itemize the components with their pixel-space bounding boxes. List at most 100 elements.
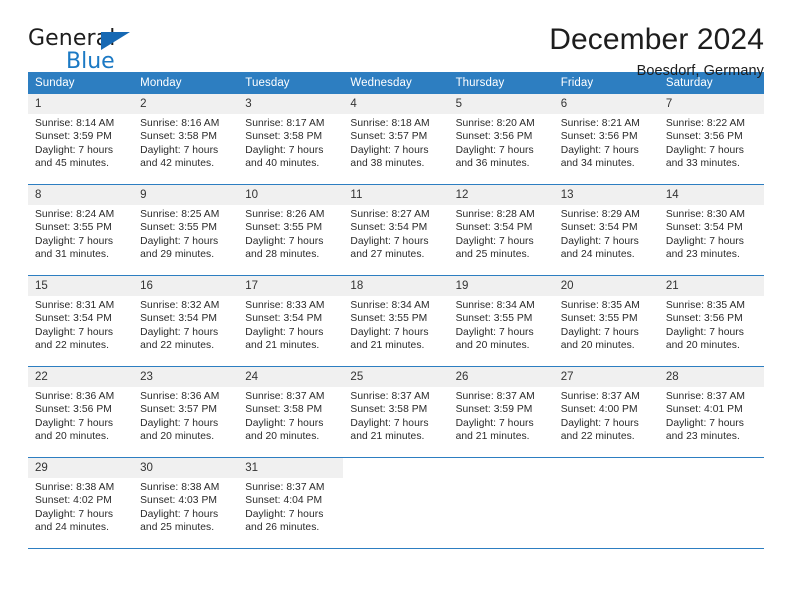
daylight-text-line1: Daylight: 7 hours bbox=[245, 508, 324, 520]
daylight-text-line2: and 20 minutes. bbox=[455, 340, 530, 352]
day-cell[interactable]: 5 Sunrise: 8:20 AM Sunset: 3:56 PM Dayli… bbox=[448, 94, 554, 185]
daylight-text-line1: Daylight: 7 hours bbox=[350, 326, 429, 338]
sunset-text: Sunset: 3:54 PM bbox=[140, 313, 218, 325]
day-cell[interactable]: 13 Sunrise: 8:29 AM Sunset: 3:54 PM Dayl… bbox=[553, 184, 659, 276]
daylight-text-line2: and 34 minutes. bbox=[560, 158, 635, 170]
day-cell[interactable]: 1 Sunrise: 8:14 AM Sunset: 3:59 PM Dayli… bbox=[28, 94, 134, 185]
sunrise-text: Sunrise: 8:27 AM bbox=[350, 209, 430, 220]
day-cell[interactable]: 9 Sunrise: 8:25 AM Sunset: 3:55 PM Dayli… bbox=[133, 184, 239, 276]
day-cell[interactable]: 26 Sunrise: 8:37 AM Sunset: 3:59 PM Dayl… bbox=[448, 366, 554, 458]
sunset-text: Sunset: 4:02 PM bbox=[35, 495, 112, 507]
day-cell[interactable]: 17 Sunrise: 8:33 AM Sunset: 3:54 PM Dayl… bbox=[238, 275, 344, 367]
day-cell[interactable]: 21 Sunrise: 8:35 AM Sunset: 3:56 PM Dayl… bbox=[658, 275, 764, 367]
day-cell[interactable]: 16 Sunrise: 8:32 AM Sunset: 3:54 PM Dayl… bbox=[133, 275, 239, 367]
day-cell-empty bbox=[448, 457, 554, 549]
daylight-text-line1: Daylight: 7 hours bbox=[350, 417, 429, 429]
sunrise-text: Sunrise: 8:18 AM bbox=[350, 118, 430, 129]
day-cell[interactable]: 4 Sunrise: 8:18 AM Sunset: 3:57 PM Dayli… bbox=[343, 94, 449, 185]
day-cell[interactable]: 23 Sunrise: 8:36 AM Sunset: 3:57 PM Dayl… bbox=[133, 366, 239, 458]
daylight-text-line2: and 24 minutes. bbox=[35, 522, 110, 534]
day-cell[interactable]: 11 Sunrise: 8:27 AM Sunset: 3:54 PM Dayl… bbox=[343, 184, 449, 276]
daylight-text-line1: Daylight: 7 hours bbox=[560, 417, 639, 429]
day-cell[interactable]: 27 Sunrise: 8:37 AM Sunset: 4:00 PM Dayl… bbox=[553, 366, 659, 458]
day-number: 1 bbox=[28, 94, 134, 114]
sunrise-text: Sunrise: 8:24 AM bbox=[35, 209, 115, 220]
daylight-text-line2: and 21 minutes. bbox=[350, 431, 425, 443]
day-details: Sunrise: 8:28 AM Sunset: 3:54 PM Dayligh… bbox=[449, 205, 554, 262]
sunset-text: Sunset: 3:54 PM bbox=[35, 313, 112, 325]
day-details: Sunrise: 8:29 AM Sunset: 3:54 PM Dayligh… bbox=[554, 205, 659, 262]
day-details: Sunrise: 8:22 AM Sunset: 3:56 PM Dayligh… bbox=[659, 114, 764, 171]
day-number: 23 bbox=[133, 367, 239, 387]
sunset-text: Sunset: 4:04 PM bbox=[245, 495, 323, 507]
day-number bbox=[553, 458, 659, 478]
day-cell[interactable]: 7 Sunrise: 8:22 AM Sunset: 3:56 PM Dayli… bbox=[658, 94, 764, 185]
day-number: 9 bbox=[133, 185, 239, 205]
day-number: 27 bbox=[553, 367, 659, 387]
sunset-text: Sunset: 3:58 PM bbox=[140, 131, 218, 143]
day-cell[interactable]: 6 Sunrise: 8:21 AM Sunset: 3:56 PM Dayli… bbox=[553, 94, 659, 185]
day-cell[interactable]: 2 Sunrise: 8:16 AM Sunset: 3:58 PM Dayli… bbox=[133, 94, 239, 185]
weekday-header-sunday: Sunday bbox=[28, 72, 134, 94]
day-number: 25 bbox=[343, 367, 449, 387]
day-cell[interactable]: 8 Sunrise: 8:24 AM Sunset: 3:55 PM Dayli… bbox=[28, 184, 134, 276]
day-details: Sunrise: 8:32 AM Sunset: 3:54 PM Dayligh… bbox=[133, 296, 238, 353]
day-details: Sunrise: 8:21 AM Sunset: 3:56 PM Dayligh… bbox=[554, 114, 659, 171]
day-number: 26 bbox=[448, 367, 554, 387]
day-number: 19 bbox=[448, 276, 554, 296]
sunrise-text: Sunrise: 8:14 AM bbox=[35, 118, 115, 129]
daylight-text-line2: and 22 minutes. bbox=[560, 431, 635, 443]
daylight-text-line1: Daylight: 7 hours bbox=[455, 326, 534, 338]
day-cell[interactable]: 19 Sunrise: 8:34 AM Sunset: 3:55 PM Dayl… bbox=[448, 275, 554, 367]
daylight-text-line2: and 38 minutes. bbox=[350, 158, 425, 170]
daylight-text-line1: Daylight: 7 hours bbox=[350, 144, 429, 156]
sunset-text: Sunset: 3:54 PM bbox=[245, 313, 323, 325]
day-cell[interactable]: 18 Sunrise: 8:34 AM Sunset: 3:55 PM Dayl… bbox=[343, 275, 449, 367]
sunrise-text: Sunrise: 8:37 AM bbox=[350, 391, 430, 402]
day-cell[interactable]: 20 Sunrise: 8:35 AM Sunset: 3:55 PM Dayl… bbox=[553, 275, 659, 367]
day-number bbox=[343, 458, 449, 478]
day-cell[interactable]: 25 Sunrise: 8:37 AM Sunset: 3:58 PM Dayl… bbox=[343, 366, 449, 458]
sunrise-text: Sunrise: 8:20 AM bbox=[455, 118, 535, 129]
sunset-text: Sunset: 3:57 PM bbox=[350, 131, 428, 143]
day-cell[interactable]: 30 Sunrise: 8:38 AM Sunset: 4:03 PM Dayl… bbox=[133, 457, 239, 549]
daylight-text-line2: and 25 minutes. bbox=[140, 522, 215, 534]
daylight-text-line1: Daylight: 7 hours bbox=[245, 417, 324, 429]
sunrise-text: Sunrise: 8:28 AM bbox=[455, 209, 535, 220]
sunrise-text: Sunrise: 8:35 AM bbox=[560, 300, 640, 311]
day-details bbox=[659, 478, 764, 481]
daylight-text-line2: and 27 minutes. bbox=[350, 249, 425, 261]
day-cell[interactable]: 22 Sunrise: 8:36 AM Sunset: 3:56 PM Dayl… bbox=[28, 366, 134, 458]
day-cell[interactable]: 28 Sunrise: 8:37 AM Sunset: 4:01 PM Dayl… bbox=[658, 366, 764, 458]
sunset-text: Sunset: 3:59 PM bbox=[455, 404, 533, 416]
sunrise-text: Sunrise: 8:16 AM bbox=[140, 118, 220, 129]
day-cell[interactable]: 31 Sunrise: 8:37 AM Sunset: 4:04 PM Dayl… bbox=[238, 457, 344, 549]
day-cell[interactable]: 24 Sunrise: 8:37 AM Sunset: 3:58 PM Dayl… bbox=[238, 366, 344, 458]
sunrise-text: Sunrise: 8:21 AM bbox=[560, 118, 640, 129]
sunrise-text: Sunrise: 8:36 AM bbox=[35, 391, 115, 402]
sunset-text: Sunset: 3:56 PM bbox=[665, 131, 743, 143]
day-cell[interactable]: 14 Sunrise: 8:30 AM Sunset: 3:54 PM Dayl… bbox=[658, 184, 764, 276]
daylight-text-line2: and 21 minutes. bbox=[455, 431, 530, 443]
day-cell[interactable]: 15 Sunrise: 8:31 AM Sunset: 3:54 PM Dayl… bbox=[28, 275, 134, 367]
sunset-text: Sunset: 3:56 PM bbox=[560, 131, 638, 143]
day-cell[interactable]: 29 Sunrise: 8:38 AM Sunset: 4:02 PM Dayl… bbox=[28, 457, 134, 549]
daylight-text-line2: and 33 minutes. bbox=[665, 158, 740, 170]
daylight-text-line2: and 29 minutes. bbox=[140, 249, 215, 261]
day-number: 5 bbox=[448, 94, 554, 114]
daylight-text-line1: Daylight: 7 hours bbox=[455, 235, 534, 247]
day-details: Sunrise: 8:34 AM Sunset: 3:55 PM Dayligh… bbox=[449, 296, 554, 353]
sunset-text: Sunset: 3:56 PM bbox=[35, 404, 112, 416]
daylight-text-line2: and 24 minutes. bbox=[560, 249, 635, 261]
general-blue-logo[interactable]: General Blue bbox=[28, 22, 140, 74]
day-number: 7 bbox=[658, 94, 764, 114]
daylight-text-line1: Daylight: 7 hours bbox=[140, 235, 219, 247]
day-cell[interactable]: 10 Sunrise: 8:26 AM Sunset: 3:55 PM Dayl… bbox=[238, 184, 344, 276]
day-details: Sunrise: 8:31 AM Sunset: 3:54 PM Dayligh… bbox=[28, 296, 133, 353]
daylight-text-line1: Daylight: 7 hours bbox=[245, 235, 324, 247]
day-cell-empty bbox=[553, 457, 659, 549]
sunset-text: Sunset: 3:54 PM bbox=[665, 222, 743, 234]
day-cell[interactable]: 3 Sunrise: 8:17 AM Sunset: 3:58 PM Dayli… bbox=[238, 94, 344, 185]
daylight-text-line1: Daylight: 7 hours bbox=[140, 144, 219, 156]
day-cell[interactable]: 12 Sunrise: 8:28 AM Sunset: 3:54 PM Dayl… bbox=[448, 184, 554, 276]
